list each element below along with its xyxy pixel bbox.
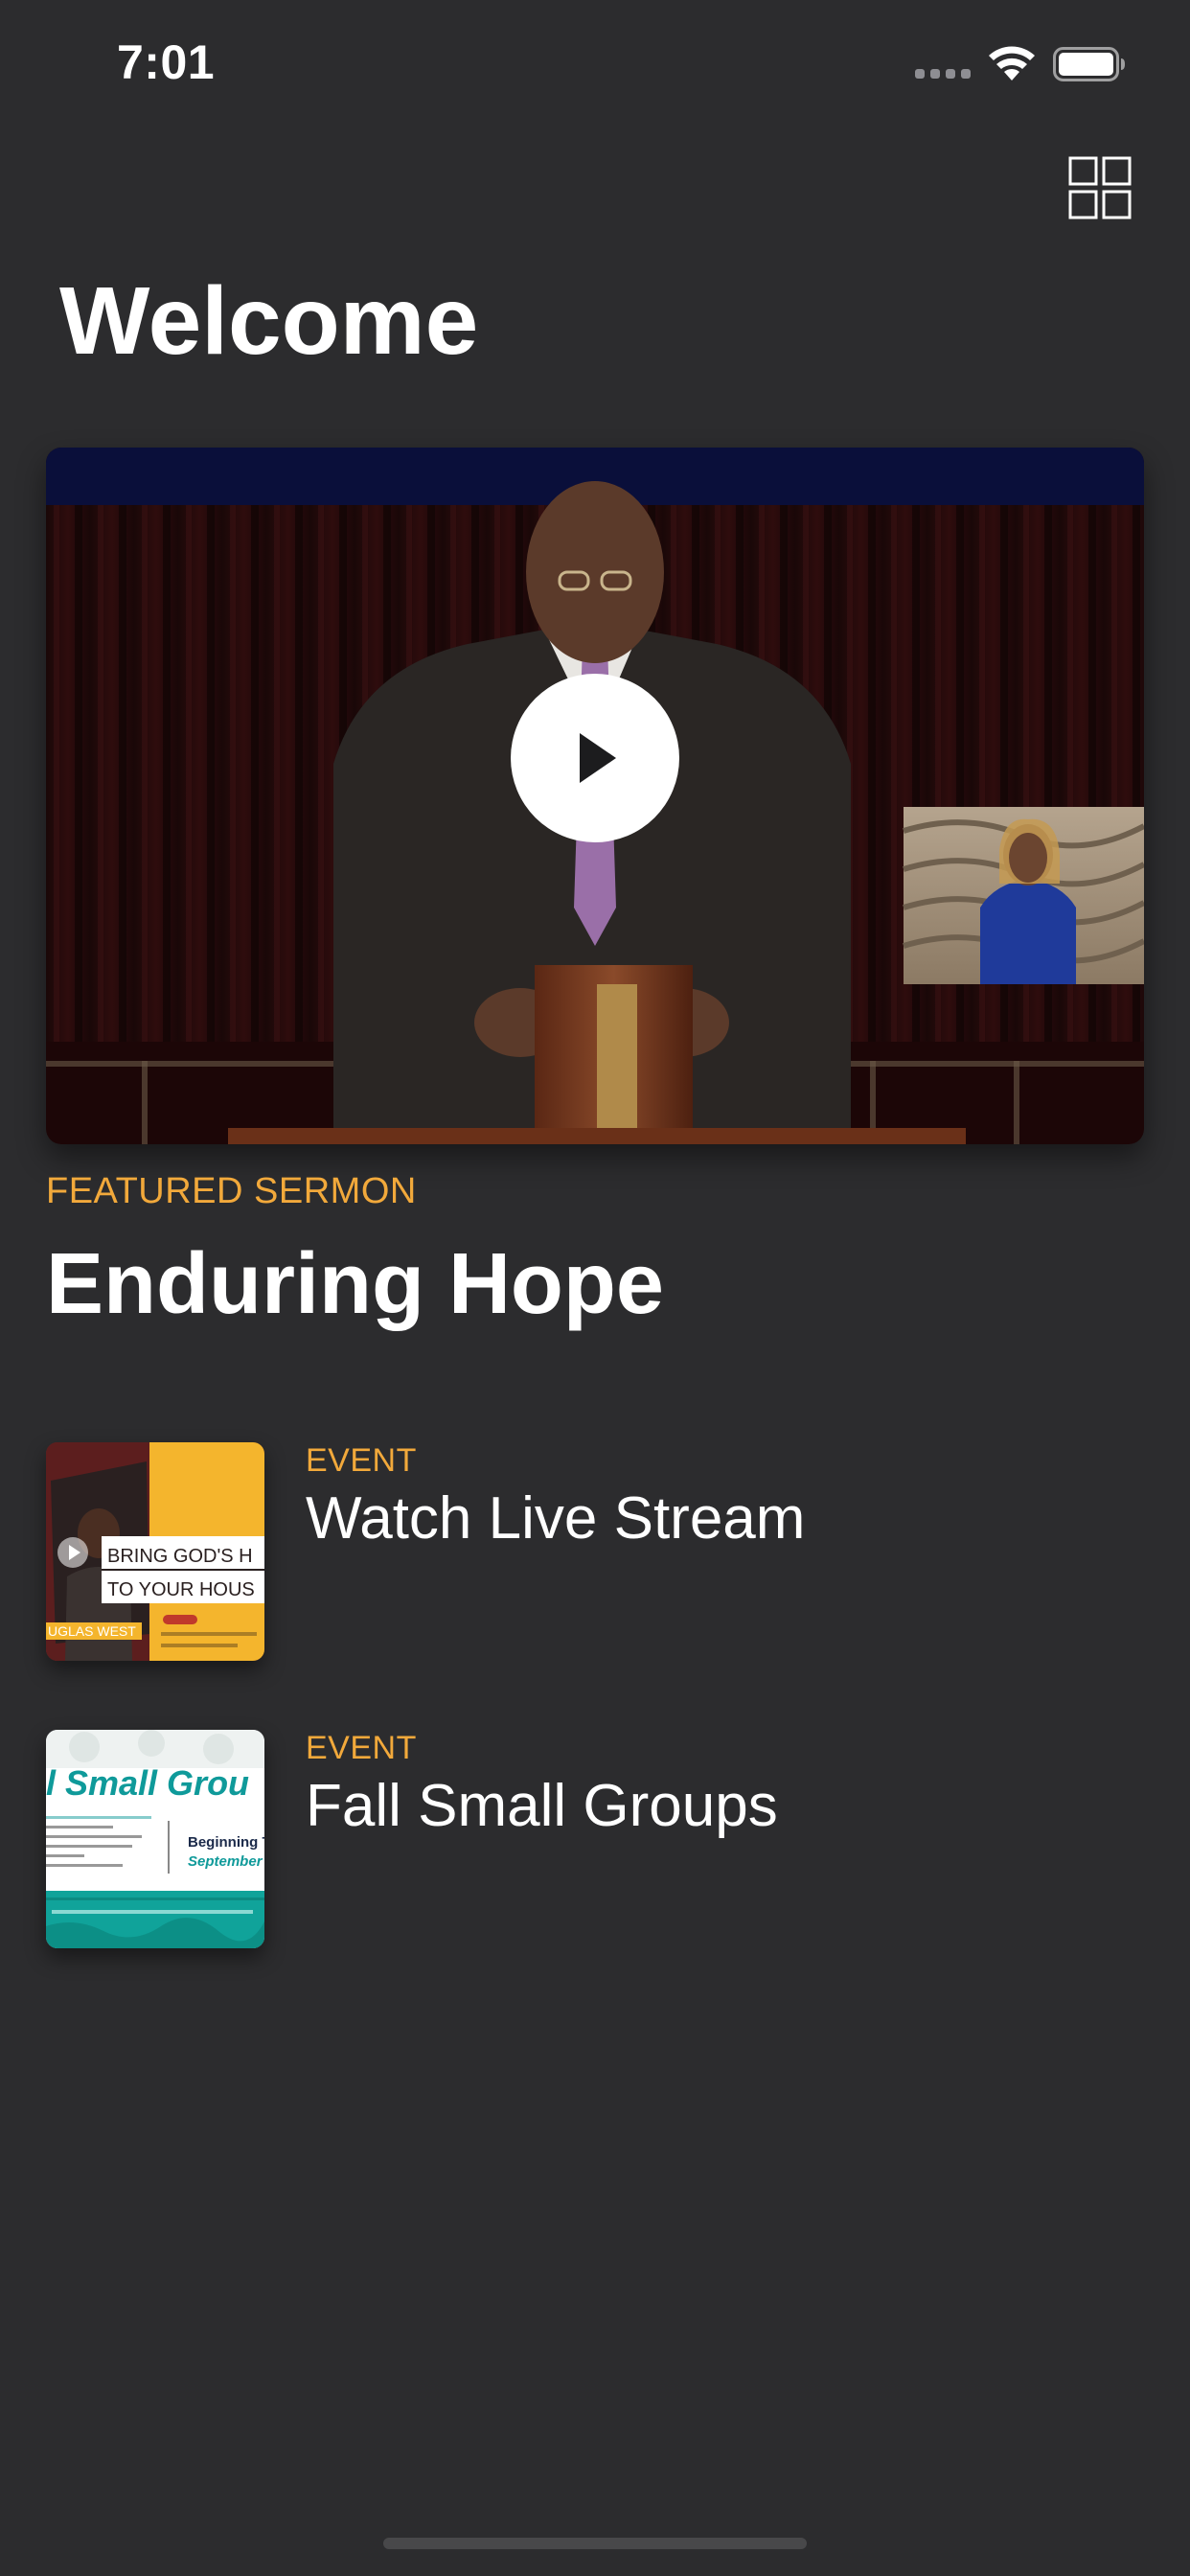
event-item-small-groups[interactable]: l Small Grou Beginning T September EVENT… [46,1730,1144,1950]
play-icon [580,733,616,783]
small-groups-thumbnail-art: l Small Grou Beginning T September [46,1730,264,1948]
event-item-live-stream[interactable]: BRING GOD'S H TO YOUR HOUS UGLAS WEST EV… [46,1442,1144,1663]
thumb-subtext-1: Beginning T [188,1834,264,1851]
event-thumbnail: BRING GOD'S H TO YOUR HOUS UGLAS WEST [46,1442,264,1661]
featured-sermon-video[interactable] [46,448,1144,1144]
featured-sermon-title[interactable]: Enduring Hope [46,1236,664,1332]
thumb-text-line-1: BRING GOD'S H [107,1546,253,1567]
event-title: Fall Small Groups [306,1773,778,1839]
thumb-text-line-2: TO YOUR HOUS [107,1579,255,1600]
cellular-signal-icon [915,69,971,79]
thumb-subtext-2: September [188,1853,263,1870]
event-thumbnail: l Small Grou Beginning T September [46,1730,264,1948]
event-label: EVENT [306,1730,417,1766]
page-title: Welcome [59,267,479,375]
thumb-speaker-name: UGLAS WEST [48,1623,136,1639]
grid-view-button[interactable] [1068,156,1132,219]
live-stream-thumbnail-art: BRING GOD'S H TO YOUR HOUS UGLAS WEST [46,1442,264,1661]
battery-icon [1053,47,1125,81]
thumb-headline: l Small Grou [46,1763,249,1803]
event-title: Watch Live Stream [306,1485,806,1552]
grid-icon [1068,156,1132,219]
wifi-icon [989,46,1035,80]
featured-sermon-label: FEATURED SERMON [46,1171,417,1211]
play-button[interactable] [511,674,679,842]
event-label: EVENT [306,1442,417,1479]
status-bar: 7:01 [0,0,1190,125]
home-indicator[interactable] [383,2538,807,2549]
status-time: 7:01 [117,35,216,89]
